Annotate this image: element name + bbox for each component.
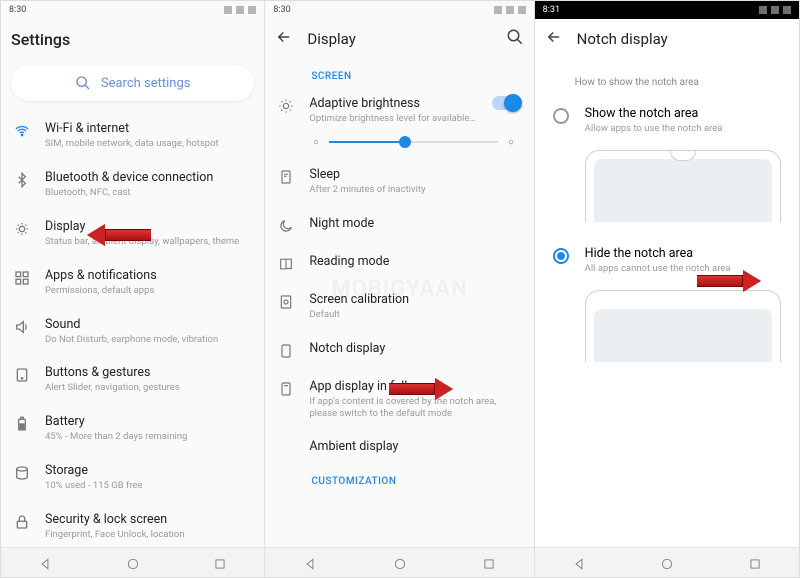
search-placeholder: Search settings xyxy=(101,76,191,91)
apps-icon xyxy=(13,268,31,286)
status-bar: 8:31 xyxy=(535,1,799,19)
row-screen-calibration[interactable]: Screen calibrationDefault xyxy=(265,282,533,331)
option-hide-notch[interactable]: Hide the notch areaAll apps cannot use t… xyxy=(535,236,799,284)
settings-header: Settings xyxy=(1,19,264,59)
wifi-icon xyxy=(13,121,31,139)
row-apps[interactable]: Apps & notificationsPermissions, default… xyxy=(1,258,264,307)
storage-icon xyxy=(13,463,31,481)
nav-home-icon[interactable] xyxy=(660,556,674,570)
sound-icon xyxy=(13,317,31,335)
display-header: Display xyxy=(265,19,533,59)
lock-icon xyxy=(13,512,31,530)
back-button[interactable] xyxy=(545,28,563,50)
page-title: Settings xyxy=(11,30,70,49)
brightness-low-icon xyxy=(311,137,321,147)
search-settings[interactable]: Search settings xyxy=(11,65,254,101)
row-storage[interactable]: Storage10% used - 115 GB free xyxy=(1,453,264,502)
nav-bar xyxy=(1,547,264,577)
ambient-icon xyxy=(277,439,295,441)
book-icon xyxy=(277,254,295,272)
nav-bar xyxy=(535,547,799,577)
preview-hide-notch xyxy=(585,290,781,362)
calibration-icon xyxy=(277,292,295,310)
battery-icon xyxy=(13,414,31,432)
sleep-icon xyxy=(277,167,295,185)
radio-checked[interactable] xyxy=(553,248,569,264)
page-title: Display xyxy=(307,30,355,48)
nav-back-icon[interactable] xyxy=(303,556,317,570)
nav-home-icon[interactable] xyxy=(126,556,140,570)
phone-icon xyxy=(277,341,295,359)
status-time: 8:30 xyxy=(9,5,224,15)
row-night-mode[interactable]: Night mode xyxy=(265,206,533,244)
intro-text: How to show the notch area xyxy=(535,59,799,96)
nav-recent-icon[interactable] xyxy=(748,556,762,570)
section-customization: CUSTOMIZATION xyxy=(265,464,533,491)
row-adaptive-brightness[interactable]: Adaptive brightnessOptimize brightness l… xyxy=(265,86,533,135)
search-icon xyxy=(75,75,91,91)
status-bar: 8:30 xyxy=(1,1,264,19)
section-screen: SCREEN xyxy=(265,59,533,86)
radio-unchecked[interactable] xyxy=(553,108,569,124)
moon-icon xyxy=(277,216,295,234)
row-sleep[interactable]: SleepAfter 2 minutes of inactivity xyxy=(265,157,533,206)
row-wifi[interactable]: Wi-Fi & internetSIM, mobile network, dat… xyxy=(1,111,264,160)
page-title: Notch display xyxy=(577,30,668,48)
preview-show-notch xyxy=(585,150,781,222)
nav-recent-icon[interactable] xyxy=(213,556,227,570)
row-battery[interactable]: Battery45% - More than 2 days remaining xyxy=(1,404,264,453)
row-bluetooth[interactable]: Bluetooth & device connectionBluetooth, … xyxy=(1,160,264,209)
fullscreen-icon xyxy=(277,379,295,397)
option-show-notch[interactable]: Show the notch areaAllow apps to use the… xyxy=(535,96,799,144)
nav-back-icon[interactable] xyxy=(38,556,52,570)
notch-header: Notch display xyxy=(535,19,799,59)
row-security[interactable]: Security & lock screenFingerprint, Face … xyxy=(1,502,264,551)
brightness-auto-icon xyxy=(277,96,295,114)
buttons-icon xyxy=(13,365,31,383)
row-sound[interactable]: SoundDo Not Disturb, earphone mode, vibr… xyxy=(1,307,264,356)
row-display[interactable]: DisplayStatus bar, ambient display, wall… xyxy=(1,209,264,258)
nav-back-icon[interactable] xyxy=(572,556,586,570)
row-ambient-display[interactable]: Ambient display xyxy=(265,429,533,464)
adaptive-switch[interactable] xyxy=(492,96,520,110)
nav-home-icon[interactable] xyxy=(393,556,407,570)
display-icon xyxy=(13,219,31,237)
brightness-slider[interactable] xyxy=(265,135,533,157)
search-button[interactable] xyxy=(506,28,524,50)
row-app-fullscreen[interactable]: App display in fullscreenIf app's conten… xyxy=(265,369,533,430)
row-reading-mode[interactable]: Reading mode xyxy=(265,244,533,282)
nav-recent-icon[interactable] xyxy=(482,556,496,570)
status-bar: 8:30 xyxy=(265,1,533,19)
row-notch-display[interactable]: Notch display xyxy=(265,331,533,369)
row-buttons[interactable]: Buttons & gesturesAlert Slider, navigati… xyxy=(1,355,264,404)
brightness-high-icon xyxy=(506,137,516,147)
nav-bar xyxy=(265,547,533,577)
back-button[interactable] xyxy=(275,28,293,50)
bluetooth-icon xyxy=(13,170,31,188)
